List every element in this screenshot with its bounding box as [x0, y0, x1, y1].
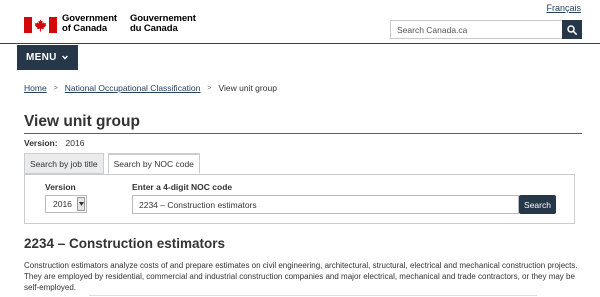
menu-button[interactable]: MENU	[17, 45, 78, 70]
breadcrumb: Home > National Occupational Classificat…	[24, 83, 277, 93]
breadcrumb-separator: >	[53, 84, 58, 92]
canada-flag-icon	[24, 17, 57, 33]
signature-fr-line2: du Canada	[129, 23, 178, 34]
government-signature[interactable]: Government of Canada Gouvernement du Can…	[24, 14, 196, 34]
breadcrumb-current: View unit group	[218, 83, 277, 93]
menu-label: MENU	[26, 52, 57, 63]
breadcrumb-home[interactable]: Home	[24, 83, 47, 93]
unit-group-title: 2234 – Construction estimators	[24, 236, 226, 251]
signature-english: Government of Canada	[62, 14, 117, 34]
tab-search-by-noc-code[interactable]: Search by NOC code	[107, 153, 200, 174]
language-toggle-link[interactable]: Français	[546, 3, 581, 13]
version-info: Version: 2016	[24, 138, 84, 148]
version-info-label: Version:	[24, 138, 58, 148]
site-search	[390, 20, 582, 39]
magnifier-icon	[567, 24, 577, 35]
noc-code-label: Enter a 4-digit NOC code	[132, 182, 233, 192]
unit-group-description: Construction estimators analyze costs of…	[24, 261, 578, 292]
chevron-down-icon	[61, 52, 68, 63]
site-search-input[interactable]	[390, 20, 562, 39]
breadcrumb-noc[interactable]: National Occupational Classification	[65, 83, 201, 93]
tab-search-by-job-title[interactable]: Search by job title	[24, 153, 104, 174]
version-select[interactable]: 2016	[45, 195, 87, 213]
page-title: View unit group	[24, 113, 140, 130]
header-divider	[0, 43, 600, 44]
version-select-value: 2016	[53, 199, 72, 209]
version-info-value: 2016	[65, 138, 85, 148]
signature-french: Gouvernement du Canada	[130, 14, 196, 34]
dropdown-arrow-icon	[77, 197, 85, 211]
noc-search-button[interactable]: Search	[519, 195, 556, 214]
site-search-button[interactable]	[562, 20, 582, 39]
section-divider	[89, 295, 537, 296]
noc-code-input[interactable]: 2234 – Construction estimators	[132, 195, 519, 214]
breadcrumb-separator: >	[207, 84, 212, 92]
noc-code-value: 2234 – Construction estimators	[139, 199, 257, 210]
search-tabs: Search by job title Search by NOC code	[24, 153, 204, 174]
signature-en-line2: of Canada	[62, 23, 108, 34]
version-select-label: Version	[45, 182, 76, 192]
search-panel: Version 2016 Enter a 4-digit NOC code 22…	[24, 174, 575, 224]
title-underline	[24, 133, 582, 134]
